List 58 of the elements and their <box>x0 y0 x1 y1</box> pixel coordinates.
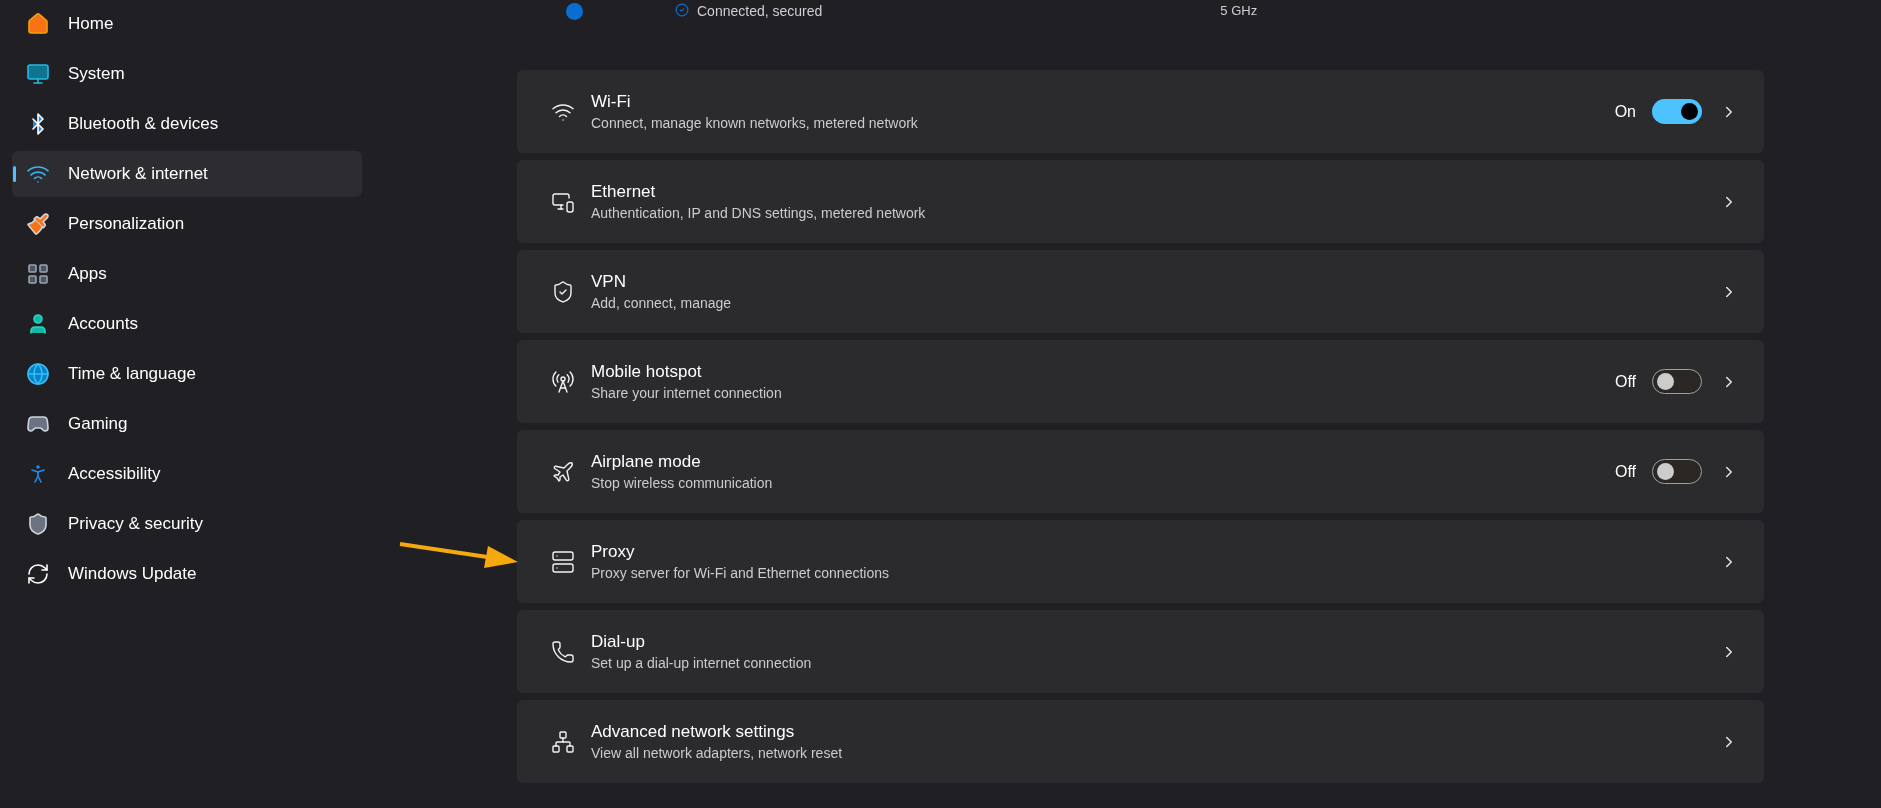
network-icon <box>551 729 575 754</box>
setting-description: Set up a dial-up internet connection <box>591 653 813 673</box>
sidebar-item[interactable]: System <box>12 51 362 97</box>
settings-card[interactable]: Wi-Fi Connect, manage known networks, metered network On <box>517 70 1764 153</box>
monitor-icon <box>26 62 50 86</box>
sidebar-item[interactable]: Network & internet <box>12 151 362 197</box>
apps-icon <box>26 262 50 286</box>
shield-icon <box>26 512 50 536</box>
server-icon <box>551 549 575 574</box>
setting-title: Mobile hotspot <box>591 360 703 383</box>
toggle-label: Off <box>1614 371 1636 392</box>
sidebar-item[interactable]: Bluetooth & devices <box>12 101 362 147</box>
sidebar-item[interactable]: Home <box>12 1 362 47</box>
settings-card[interactable]: Ethernet Authentication, IP and DNS settings, metered network <box>517 160 1764 243</box>
settings-card[interactable]: Airplane mode Stop wireless communication Off <box>517 430 1764 513</box>
frequency-label: 5 GHz <box>1220 2 1258 20</box>
setting-description: Add, connect, manage <box>591 293 733 313</box>
refresh-icon <box>26 562 50 586</box>
toggle-switch[interactable] <box>1652 459 1702 484</box>
setting-description: Connect, manage known networks, metered network <box>591 113 919 133</box>
check-icon <box>675 3 689 17</box>
home-icon <box>26 12 50 36</box>
paintbrush-icon <box>26 212 50 236</box>
shield-icon <box>551 279 575 304</box>
setting-description: Share your internet connection <box>591 383 783 403</box>
toggle-label: Off <box>1614 461 1636 482</box>
setting-title: VPN <box>591 270 627 293</box>
sidebar-item[interactable]: Accessibility <box>12 451 362 497</box>
setting-title: Wi-Fi <box>591 90 632 113</box>
settings-card[interactable]: VPN Add, connect, manage <box>517 250 1764 333</box>
antenna-icon <box>551 369 575 394</box>
setting-title: Airplane mode <box>591 450 702 473</box>
sidebar-item[interactable]: Windows Update <box>12 551 362 597</box>
connection-status: Connected, secured <box>697 2 823 20</box>
sidebar-item[interactable]: Accounts <box>12 301 362 347</box>
setting-title: Proxy <box>591 540 636 563</box>
sidebar-item[interactable]: Privacy & security <box>12 501 362 547</box>
setting-title: Advanced network settings <box>591 720 796 743</box>
settings-card[interactable]: Proxy Proxy server for Wi-Fi and Ethernet connections <box>517 520 1764 603</box>
settings-card[interactable]: Advanced network settings View all network adapters, network reset <box>517 700 1764 783</box>
sidebar-item[interactable]: Apps <box>12 251 362 297</box>
settings-card[interactable]: Mobile hotspot Share your internet connection Off <box>517 340 1764 423</box>
toggle-switch[interactable] <box>1652 369 1702 394</box>
airplane-icon <box>551 459 575 484</box>
setting-description: View all network adapters, network reset <box>591 743 844 763</box>
sidebar-item[interactable]: Gaming <box>12 401 362 447</box>
toggle-switch[interactable] <box>1652 99 1702 124</box>
toggle-label: On <box>1614 101 1636 122</box>
setting-title: Dial-up <box>591 630 646 653</box>
sidebar-item[interactable]: Time & language <box>12 351 362 397</box>
globe-icon <box>26 362 50 386</box>
setting-title: Ethernet <box>591 180 657 203</box>
sidebar-item[interactable]: Personalization <box>12 201 362 247</box>
setting-description: Authentication, IP and DNS settings, metered network <box>591 203 927 223</box>
settings-card[interactable]: Dial-up Set up a dial-up internet connection <box>517 610 1764 693</box>
setting-description: Proxy server for Wi-Fi and Ethernet connections <box>591 563 890 583</box>
phone-icon <box>551 639 575 664</box>
setting-description: Stop wireless communication <box>591 473 774 493</box>
